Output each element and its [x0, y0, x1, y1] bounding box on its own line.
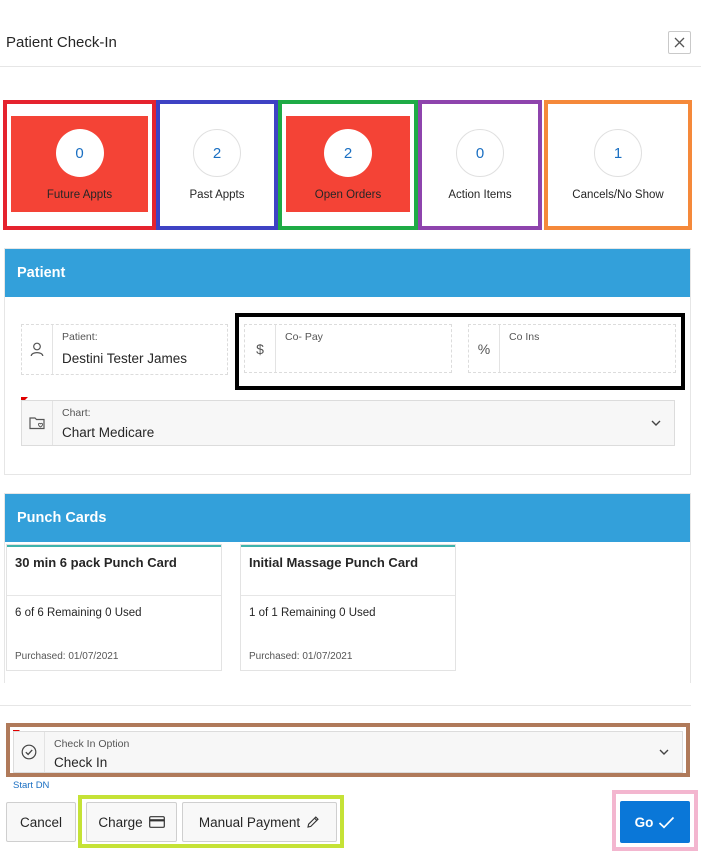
checkin-label: Check In Option — [54, 738, 130, 750]
stat-count: 1 — [594, 129, 642, 177]
stat-count: 2 — [324, 129, 372, 177]
check-circle-icon — [14, 732, 45, 772]
cancel-label: Cancel — [19, 814, 63, 830]
chevron-down-icon — [651, 420, 661, 426]
header-divider — [0, 66, 701, 67]
go-label: Go — [634, 814, 654, 830]
cancel-button[interactable]: Cancel — [6, 802, 76, 842]
close-icon — [674, 37, 685, 48]
card-purchased: Purchased: 01/07/2021 — [15, 651, 119, 662]
card-purchased: Purchased: 01/07/2021 — [249, 651, 353, 662]
stat-past-appts[interactable]: 2 Past Appts — [156, 100, 278, 230]
footer-divider — [0, 705, 691, 706]
chevron-down-icon — [659, 749, 669, 755]
stat-label: Future Appts — [46, 189, 113, 201]
go-button[interactable]: Go — [620, 801, 690, 843]
manual-payment-label: Manual Payment — [198, 814, 301, 830]
user-icon — [22, 325, 53, 374]
stat-count: 0 — [456, 129, 504, 177]
pencil-icon — [307, 816, 319, 828]
card-title: Initial Massage Punch Card — [249, 555, 419, 570]
dialog-title: Patient Check-In — [6, 34, 117, 51]
stat-future-appts[interactable]: 0 Future Appts — [3, 100, 156, 230]
stat-label: Past Appts — [189, 189, 245, 201]
chart-value: Chart Medicare — [62, 425, 155, 440]
stat-label: Open Orders — [314, 189, 382, 201]
punch-card[interactable]: Initial Massage Punch Card 1 of 1 Remain… — [240, 544, 456, 671]
stat-open-orders[interactable]: 2 Open Orders — [278, 100, 418, 230]
card-remaining: 6 of 6 Remaining 0 Used — [15, 607, 142, 619]
card-accent — [241, 545, 455, 547]
start-dn-link[interactable]: Start DN — [13, 780, 49, 791]
card-title: 30 min 6 pack Punch Card — [15, 555, 177, 570]
checkin-option-select[interactable]: Check In Option Check In — [13, 731, 683, 773]
stat-label: Cancels/No Show — [572, 189, 664, 201]
stat-action-items[interactable]: 0 Action Items — [418, 100, 542, 230]
patient-label: Patient: — [62, 331, 98, 343]
stat-count: 0 — [55, 129, 104, 177]
stat-label: Action Items — [448, 189, 512, 201]
stat-count: 2 — [193, 129, 241, 177]
copay-coins-highlight — [235, 313, 685, 390]
card-remaining: 1 of 1 Remaining 0 Used — [249, 607, 376, 619]
checkin-value: Check In — [54, 755, 108, 770]
patient-region-title: Patient — [5, 249, 690, 297]
punch-cards-title: Punch Cards — [5, 494, 690, 542]
chart-select[interactable]: Chart: Chart Medicare — [21, 400, 675, 446]
patient-value: Destini Tester James — [62, 351, 188, 366]
card-divider — [7, 595, 221, 596]
manual-payment-button[interactable]: Manual Payment — [182, 802, 337, 842]
punch-card[interactable]: 30 min 6 pack Punch Card 6 of 6 Remainin… — [6, 544, 222, 671]
check-icon — [659, 816, 675, 828]
chart-label: Chart: — [62, 407, 91, 419]
stat-cancels-no-show[interactable]: 1 Cancels/No Show — [544, 100, 692, 230]
card-divider — [241, 595, 455, 596]
card-accent — [7, 545, 221, 547]
patient-field[interactable]: Patient: Destini Tester James — [21, 324, 228, 375]
charge-button[interactable]: Charge — [86, 802, 177, 842]
close-button[interactable] — [668, 31, 691, 54]
credit-card-icon — [148, 816, 165, 828]
charge-label: Charge — [98, 814, 143, 830]
folder-icon — [22, 401, 53, 445]
